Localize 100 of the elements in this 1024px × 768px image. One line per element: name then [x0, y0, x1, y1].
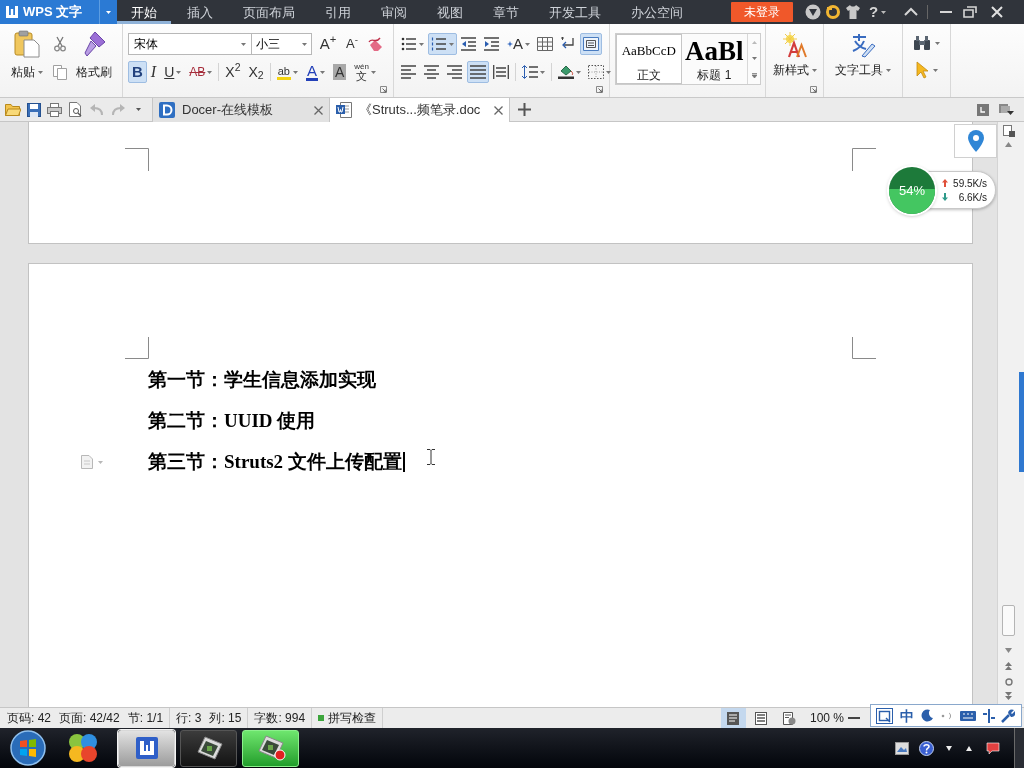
scrollbar-thumb[interactable]	[1002, 605, 1015, 636]
document-tab[interactable]: 《Struts...频笔录.doc	[330, 98, 510, 122]
heading-text: 第三节：Struts2 文件上传配置	[148, 450, 402, 474]
menu-tab[interactable]: 章节	[479, 0, 533, 24]
style-icon	[782, 32, 807, 58]
formatting-marks-button[interactable]	[580, 33, 602, 55]
heading-text: 第二节：UUID 使用	[148, 409, 316, 433]
menu-tab[interactable]: 页面布局	[229, 0, 309, 24]
picture-icon[interactable]	[895, 741, 909, 755]
menu-tab[interactable]: 视图	[423, 0, 477, 24]
menu-tab[interactable]: 插入	[173, 0, 227, 24]
ring-icon[interactable]	[825, 4, 841, 20]
more-icon[interactable]	[751, 72, 757, 78]
heading-text: 第一节：学生信息添加实现	[148, 368, 376, 392]
caret-icon	[886, 68, 891, 72]
dialog-launcher-icon[interactable]	[810, 86, 817, 93]
dialog-launcher-icon[interactable]	[596, 86, 603, 93]
help-icon[interactable]	[919, 740, 934, 756]
input-method-logo-icon[interactable]	[876, 707, 894, 724]
font-size-field[interactable]: 小三	[252, 33, 312, 55]
corner-mark-icon	[852, 337, 876, 360]
document-tab[interactable]: Docer-在线模板	[152, 98, 330, 122]
bold-button[interactable]: B	[128, 61, 147, 83]
preview-icon	[68, 102, 83, 117]
app-menu-button[interactable]: WPS 文字	[0, 0, 117, 24]
wrench-icon[interactable]	[1001, 708, 1016, 723]
new-style-button[interactable]: 新样式	[772, 32, 817, 82]
paragraph-handle-icon[interactable]	[81, 455, 106, 469]
tray-arrow-icon[interactable]	[946, 745, 952, 751]
new-tab-icon[interactable]	[518, 103, 531, 116]
menu-tab[interactable]: 引用	[311, 0, 365, 24]
punctuation-icon[interactable]	[940, 711, 953, 720]
keyboard-icon[interactable]	[959, 710, 976, 721]
location-button[interactable]	[954, 124, 997, 158]
page-view-button[interactable]	[720, 708, 746, 728]
grow-font-button[interactable]: A$^{+}$	[316, 33, 340, 55]
zoom-level[interactable]: 100 %	[809, 709, 844, 727]
shrink-font-button[interactable]: A$^{-}$	[340, 33, 364, 55]
ruler-toggle-icon[interactable]	[1002, 125, 1015, 137]
underline-button[interactable]: U	[160, 61, 186, 83]
close-icon[interactable]	[494, 105, 503, 115]
show-desktop-button[interactable]	[1014, 728, 1024, 768]
decrease-indent-icon	[461, 37, 477, 51]
find-button[interactable]	[913, 34, 940, 52]
restore-icon[interactable]	[962, 6, 978, 18]
close-icon[interactable]	[314, 105, 323, 115]
scissors-icon	[52, 36, 68, 52]
italic-button[interactable]: I	[146, 61, 161, 83]
toolbar-toggle-icon[interactable]	[982, 708, 995, 723]
help-button[interactable]: ?	[869, 0, 893, 24]
copy-button[interactable]	[52, 64, 68, 80]
usage-percent: 54%	[899, 181, 925, 200]
tilted-frame-icon	[194, 736, 223, 760]
triangle-circle-icon[interactable]	[805, 4, 821, 20]
style-item[interactable]: AaBbCcD 正文	[616, 34, 682, 84]
shirt-icon[interactable]	[845, 4, 861, 20]
scroll-down-icon[interactable]	[751, 56, 757, 60]
highlight-button[interactable]: ab	[272, 61, 302, 83]
browse-object-icon[interactable]	[1004, 678, 1013, 686]
scroll-down-icon[interactable]	[1005, 648, 1012, 653]
numbered-list-button[interactable]	[428, 33, 457, 55]
paste-button[interactable]: 粘贴	[5, 30, 49, 88]
format-painter-button[interactable]: 格式刷	[71, 30, 117, 88]
style-item[interactable]: AaBl 标题 1	[681, 34, 748, 84]
text-tools-button[interactable]: 文字工具	[835, 32, 891, 82]
scroll-up-icon[interactable]	[1005, 142, 1012, 147]
chat-icon[interactable]	[986, 741, 1000, 755]
tab-menu-icon[interactable]	[999, 103, 1014, 116]
collapse-ribbon-icon[interactable]	[903, 7, 919, 17]
next-page-icon[interactable]	[1005, 692, 1012, 700]
formatting-marks-icon	[583, 37, 599, 51]
menu-tab[interactable]: 办公空间	[617, 0, 697, 24]
caret-icon	[241, 42, 246, 46]
text-effect-button[interactable]: A	[504, 33, 533, 55]
previous-page-icon[interactable]	[1005, 662, 1012, 670]
character-shading-button[interactable]: A	[328, 61, 351, 83]
web-view-icon	[782, 711, 796, 725]
taskbar-button[interactable]	[180, 729, 237, 767]
window-list-icon[interactable]	[977, 103, 989, 116]
superscript-button[interactable]: X$^{2}$	[221, 61, 245, 83]
moon-icon[interactable]	[921, 709, 935, 722]
bullet-list-icon	[401, 37, 417, 51]
menu-tab[interactable]: 审阅	[367, 0, 421, 24]
strikethrough-button[interactable]: AB	[185, 61, 217, 83]
paint-bucket-icon	[558, 65, 574, 79]
start-button[interactable]	[10, 730, 46, 766]
font-name-field[interactable]: 宋体	[128, 33, 252, 55]
caret-icon	[302, 42, 307, 46]
justify-button[interactable]	[467, 61, 489, 83]
phonetic-guide-button[interactable]: wén 文	[350, 61, 380, 83]
input-mode-button[interactable]: 中	[900, 707, 915, 724]
font-color-button[interactable]: A	[301, 61, 329, 83]
subscript-button[interactable]: X$_{2}$	[244, 61, 268, 83]
increase-indent-icon	[484, 37, 500, 51]
minimize-icon[interactable]	[938, 10, 954, 14]
tray-arrow-icon[interactable]	[966, 745, 972, 751]
dialog-launcher-icon[interactable]	[380, 86, 387, 93]
cut-button[interactable]	[52, 36, 68, 52]
menu-tab[interactable]: 开发工具	[535, 0, 615, 24]
four-circles-icon[interactable]	[66, 731, 100, 765]
